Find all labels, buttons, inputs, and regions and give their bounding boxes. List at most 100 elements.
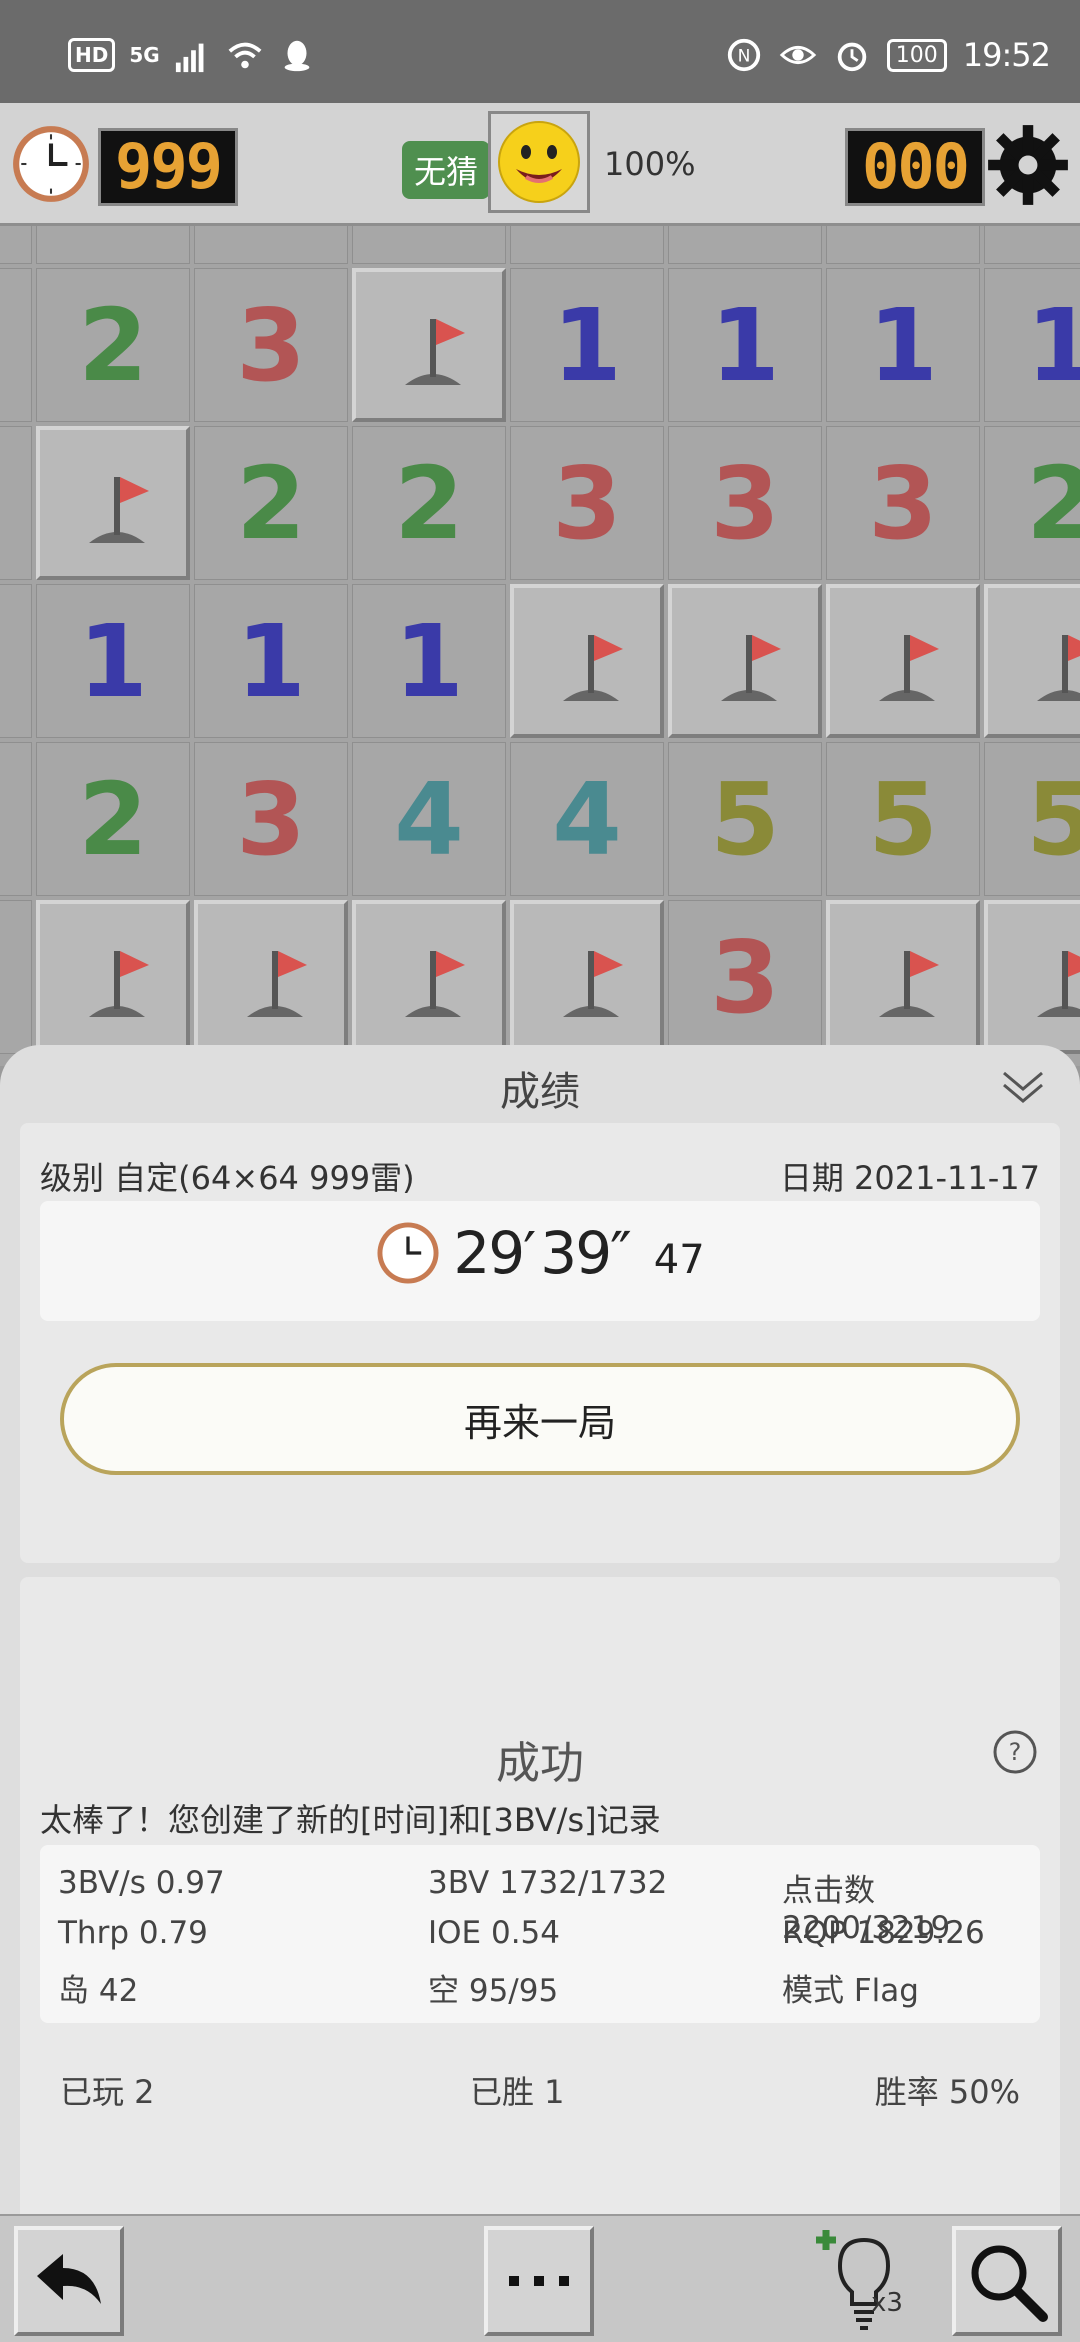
chevron-down-icon[interactable] — [998, 1063, 1048, 1113]
board-cell[interactable] — [0, 268, 32, 422]
board-cell[interactable] — [0, 426, 32, 580]
flag-cell[interactable] — [510, 584, 664, 738]
board-cell[interactable] — [826, 226, 980, 264]
time-hundredths: 47 — [653, 1237, 705, 1283]
wifi-icon — [228, 42, 262, 69]
stats-card: 成功 ? 太棒了！您创建了新的[时间]和[3BV/s]记录 3BV/s 0.97… — [20, 1577, 1060, 2245]
number-cell[interactable]: 2 — [352, 426, 506, 580]
success-title: 成功 — [496, 1738, 584, 1789]
number-cell[interactable]: 1 — [352, 584, 506, 738]
board-cell[interactable] — [36, 226, 190, 264]
board-cell[interactable] — [0, 742, 32, 896]
number-cell[interactable]: 3 — [194, 742, 348, 896]
stat-islands: 岛 42 — [58, 1973, 139, 2009]
board-cell[interactable] — [0, 900, 32, 1054]
back-button[interactable] — [14, 2226, 124, 2336]
flag-cell[interactable] — [510, 900, 664, 1054]
network-indicator: 5G — [129, 43, 160, 67]
stat-openings: 空 95/95 — [428, 1973, 559, 2009]
cell-number: 1 — [552, 286, 622, 404]
search-button[interactable] — [952, 2226, 1062, 2336]
number-cell[interactable]: 4 — [510, 742, 664, 896]
smiley-button[interactable] — [488, 111, 590, 213]
number-cell[interactable]: 3 — [668, 900, 822, 1054]
stat-ioe: IOE 0.54 — [428, 1915, 561, 1951]
bottom-toolbar: x3 — [0, 2214, 1080, 2342]
lightbulb-hint-icon[interactable] — [812, 2226, 912, 2336]
flag-cell[interactable] — [984, 900, 1080, 1054]
board-cell[interactable] — [668, 226, 822, 264]
flag-icon — [879, 951, 939, 1017]
number-cell[interactable]: 2 — [984, 426, 1080, 580]
flag-icon — [1037, 635, 1080, 701]
number-cell[interactable]: 1 — [36, 584, 190, 738]
cell-number: 3 — [710, 444, 780, 562]
number-cell[interactable]: 2 — [194, 426, 348, 580]
flag-cell[interactable] — [352, 900, 506, 1054]
flag-cell[interactable] — [194, 900, 348, 1054]
cell-number: 3 — [552, 444, 622, 562]
cell-number: 3 — [236, 760, 306, 878]
cell-number: 1 — [236, 602, 306, 720]
progress-percent: 100% — [604, 145, 696, 183]
time-seconds: 39″ — [540, 1219, 631, 1287]
flag-cell[interactable] — [36, 426, 190, 580]
cell-number: 1 — [394, 602, 464, 720]
minefield-board[interactable]: 23111122333211123445553 — [0, 226, 1080, 1066]
stats-box: 3BV/s 0.97 3BV 1732/1732 点击数 2200/3219 T… — [40, 1845, 1040, 2023]
flag-icon — [563, 951, 623, 1017]
no-guess-badge[interactable]: 无猜 — [402, 141, 491, 199]
help-icon[interactable]: ? — [992, 1729, 1038, 1775]
games-won: 已胜 1 — [470, 2073, 565, 2111]
number-cell[interactable]: 3 — [194, 268, 348, 422]
number-cell[interactable]: 3 — [668, 426, 822, 580]
board-cell[interactable] — [194, 226, 348, 264]
number-cell[interactable]: 1 — [194, 584, 348, 738]
signal-icon — [175, 43, 204, 73]
number-cell[interactable]: 1 — [826, 268, 980, 422]
number-cell[interactable]: 1 — [668, 268, 822, 422]
cell-number: 5 — [710, 760, 780, 878]
number-cell[interactable]: 4 — [352, 742, 506, 896]
undo-arrow-icon — [37, 2254, 101, 2304]
flag-cell[interactable] — [984, 584, 1080, 738]
number-cell[interactable]: 2 — [36, 268, 190, 422]
board-cell[interactable] — [510, 226, 664, 264]
number-cell[interactable]: 1 — [510, 268, 664, 422]
search-icon — [971, 2245, 1048, 2322]
board-cell[interactable] — [0, 226, 32, 264]
cell-number: 2 — [1026, 444, 1080, 562]
number-cell[interactable]: 5 — [668, 742, 822, 896]
number-cell[interactable]: 1 — [984, 268, 1080, 422]
flag-cell[interactable] — [826, 900, 980, 1054]
number-cell[interactable]: 2 — [36, 742, 190, 896]
more-button[interactable] — [484, 2226, 594, 2336]
flag-cell[interactable] — [352, 268, 506, 422]
play-again-button[interactable]: 再来一局 — [60, 1363, 1020, 1475]
gear-icon[interactable] — [986, 123, 1070, 207]
status-bar: HD 5G N 100 19:52 — [0, 0, 1080, 103]
qq-icon — [284, 40, 310, 72]
number-cell[interactable]: 5 — [984, 742, 1080, 896]
number-cell[interactable]: 5 — [826, 742, 980, 896]
flag-icon — [1037, 951, 1080, 1017]
cell-number: 2 — [78, 760, 148, 878]
number-cell[interactable]: 3 — [510, 426, 664, 580]
cell-number: 2 — [394, 444, 464, 562]
nfc-icon: N — [727, 38, 760, 72]
flag-cell[interactable] — [668, 584, 822, 738]
board-cell[interactable] — [352, 226, 506, 264]
flag-cell[interactable] — [826, 584, 980, 738]
number-cell[interactable]: 3 — [826, 426, 980, 580]
flag-icon — [405, 319, 465, 385]
smiley-icon — [498, 121, 580, 203]
flag-cell[interactable] — [36, 900, 190, 1054]
clock-icon — [13, 126, 89, 202]
cell-number: 3 — [236, 286, 306, 404]
board-cell[interactable] — [984, 226, 1080, 264]
flag-icon — [721, 635, 781, 701]
timer-display: 999 — [98, 128, 238, 206]
level-info: 级别 自定(64×64 999雷) — [40, 1159, 415, 1197]
status-time: 19:52 — [962, 36, 1051, 74]
board-cell[interactable] — [0, 584, 32, 738]
